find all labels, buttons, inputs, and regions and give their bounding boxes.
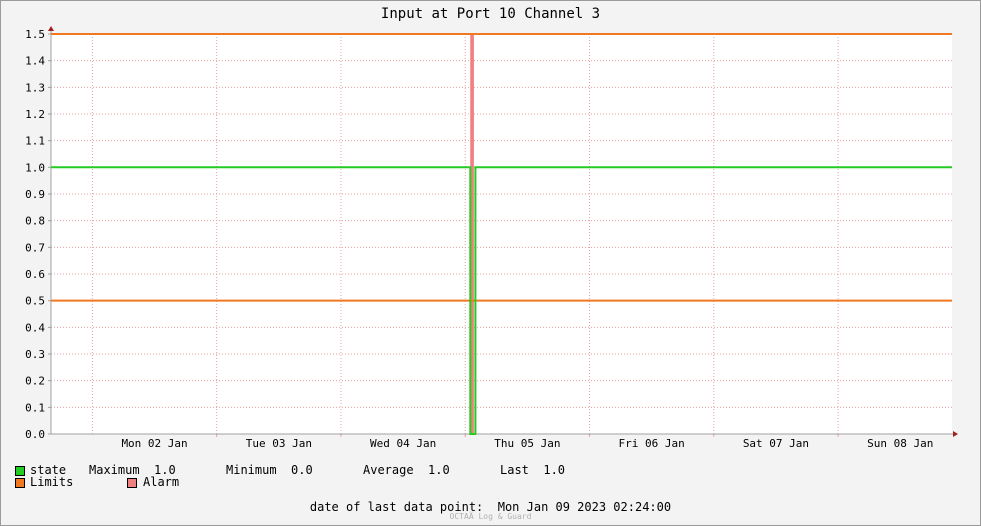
y-axis-arrow bbox=[48, 26, 54, 31]
y-tick-label: 0.4 bbox=[25, 321, 45, 334]
x-axis-arrow bbox=[953, 431, 958, 437]
y-tick-label: 0.2 bbox=[25, 375, 45, 388]
x-tick-label: Thu 05 Jan bbox=[494, 437, 560, 450]
y-tick-label: 0.9 bbox=[25, 188, 45, 201]
legend-minimum: Minimum 0.0 bbox=[226, 463, 313, 477]
y-tick-label: 1.4 bbox=[25, 55, 45, 68]
y-tick-label: 1.3 bbox=[25, 81, 45, 94]
legend-alarm-label: Alarm bbox=[143, 475, 180, 489]
y-tick-label: 1.2 bbox=[25, 108, 45, 121]
y-tick-label: 0.1 bbox=[25, 401, 45, 414]
y-tick-label: 0.8 bbox=[25, 215, 45, 228]
limits-swatch bbox=[15, 478, 25, 488]
legend-limits-label: Limits bbox=[30, 475, 74, 489]
y-tick-label: 1.5 bbox=[25, 28, 45, 41]
y-tick-label: 0.3 bbox=[25, 348, 45, 361]
y-tick-label: 0.0 bbox=[25, 428, 45, 441]
chart-plot: 0.0 0.1 0.2 0.3 0.4 0.5 0.6 0.7 0.8 0.9 1.0 1.1 1.2 1… bbox=[25, 26, 958, 450]
x-tick-label: Tue 03 Jan bbox=[246, 437, 312, 450]
chart-panel: Input at Port 10 Channel 3 0.0 0.1 0.2 0.3 0… bbox=[0, 0, 981, 526]
x-tick-label: Sat 07 Jan bbox=[743, 437, 809, 450]
alarm-swatch bbox=[127, 478, 137, 488]
state-swatch bbox=[15, 466, 25, 476]
y-tick-label: 0.5 bbox=[25, 295, 45, 308]
y-tick-label: 0.7 bbox=[25, 241, 45, 254]
legend-average: Average 1.0 bbox=[363, 463, 450, 477]
y-tick-label: 1.0 bbox=[25, 161, 45, 174]
x-tick-label: Mon 02 Jan bbox=[121, 437, 187, 450]
legend-last: Last 1.0 bbox=[500, 463, 566, 477]
x-tick-label: Sun 08 Jan bbox=[867, 437, 933, 450]
x-tick-label: Fri 06 Jan bbox=[619, 437, 685, 450]
x-tick-label: Wed 04 Jan bbox=[370, 437, 436, 450]
watermark: OCTAÄ Log & Guard bbox=[449, 512, 532, 521]
y-tick-label: 0.6 bbox=[25, 268, 45, 281]
y-tick-label: 1.1 bbox=[25, 135, 45, 148]
plot-area bbox=[51, 34, 952, 434]
